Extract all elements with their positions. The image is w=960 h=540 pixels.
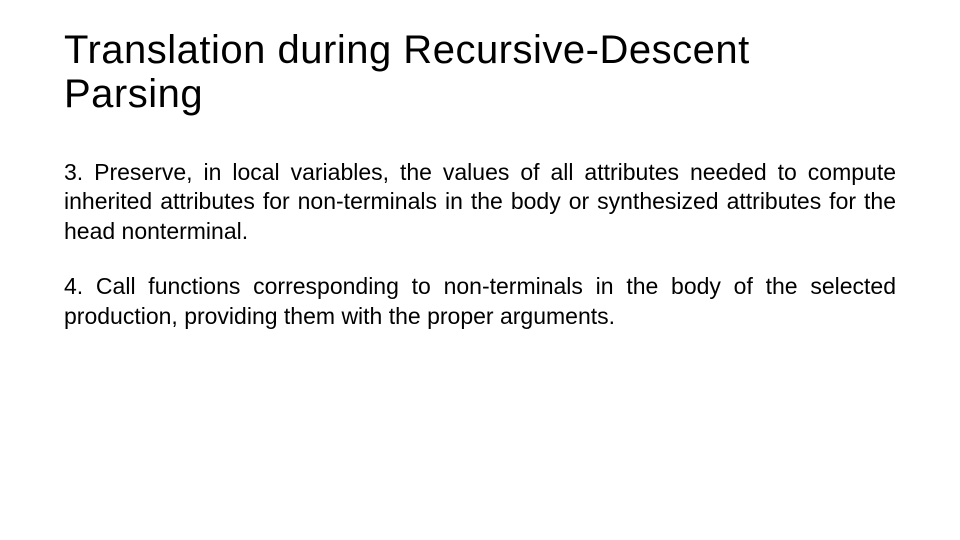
list-item: 4. Call functions corresponding to non-t…	[64, 272, 896, 331]
body-text: 3. Preserve, in local variables, the val…	[64, 158, 896, 331]
page-title: Translation during Recursive-Descent Par…	[64, 28, 896, 116]
list-item: 3. Preserve, in local variables, the val…	[64, 158, 896, 246]
slide: Translation during Recursive-Descent Par…	[0, 0, 960, 540]
